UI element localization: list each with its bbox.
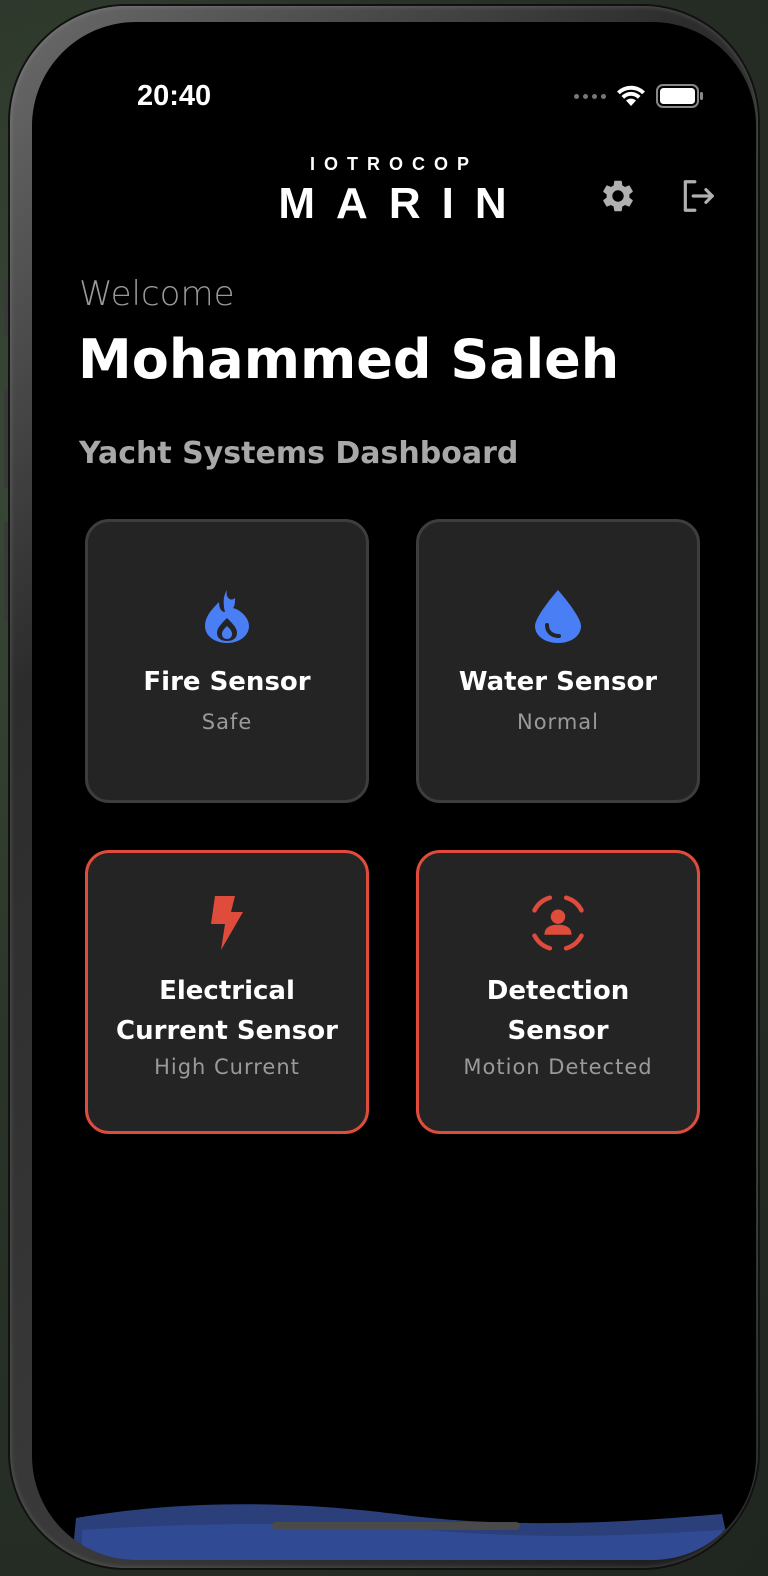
sensor-title: Detection Sensor	[486, 976, 630, 1046]
lightning-icon	[199, 895, 255, 951]
sensor-status: Motion Detected	[463, 1055, 653, 1079]
app-screen: 20:40 IOTROCOP MARIN Welcome Mohammed Sa…	[32, 22, 756, 1560]
bottom-wave-decoration	[72, 1504, 732, 1560]
water-drop-icon	[530, 588, 586, 644]
electrical-current-sensor-card[interactable]: Electrical Current Sensor High Current	[85, 850, 369, 1134]
person-scan-icon	[530, 895, 586, 951]
fire-sensor-card[interactable]: Fire Sensor Safe	[85, 519, 369, 803]
sensor-status: High Current	[154, 1055, 300, 1079]
gear-icon	[603, 180, 633, 212]
sensor-title: Electrical Current Sensor	[116, 976, 338, 1046]
cellular-signal-icon	[574, 93, 606, 99]
user-name: Mohammed Saleh	[78, 328, 620, 391]
status-icons	[574, 84, 704, 108]
water-sensor-card[interactable]: Water Sensor Normal	[416, 519, 700, 803]
dashboard-title: Yacht Systems Dashboard	[79, 436, 519, 471]
status-time: 20:40	[137, 80, 212, 112]
brand-logo: IOTROCOP MARIN	[32, 154, 756, 229]
welcome-text: Welcome	[79, 274, 235, 314]
logout-icon	[683, 180, 714, 212]
detection-sensor-card[interactable]: Detection Sensor Motion Detected	[416, 850, 700, 1134]
sensor-title: Fire Sensor	[143, 667, 311, 697]
brand-top-text: IOTROCOP	[309, 154, 478, 174]
logout-button[interactable]	[678, 176, 718, 216]
sensor-status: Normal	[517, 710, 599, 734]
brand-main-text: MARIN	[278, 179, 528, 228]
sensor-status: Safe	[201, 710, 253, 734]
sensor-title: Water Sensor	[458, 667, 658, 697]
battery-icon	[656, 84, 703, 108]
phone-frame: 20:40 IOTROCOP MARIN Welcome Mohammed Sa…	[10, 6, 758, 1568]
home-indicator[interactable]	[272, 1522, 520, 1530]
settings-button[interactable]	[598, 176, 638, 216]
flame-icon	[199, 588, 255, 644]
wifi-icon	[617, 85, 645, 106]
